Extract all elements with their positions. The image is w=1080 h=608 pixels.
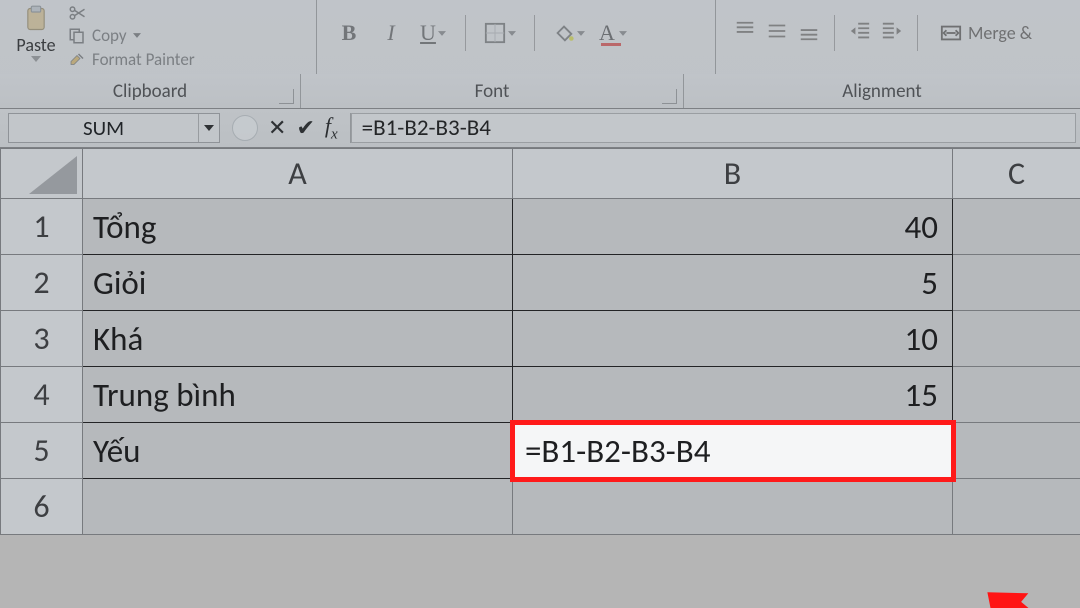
column-header-row: A B C	[1, 149, 1080, 199]
cell-B5[interactable]: =B1-B2-B3-B4	[513, 423, 953, 479]
ribbon: Paste	[0, 0, 1080, 109]
align-middle-button[interactable]	[766, 20, 788, 47]
format-painter-label: Format Painter	[92, 49, 195, 70]
cell-C4[interactable]	[953, 367, 1080, 423]
fx-icon[interactable]: fx	[325, 113, 338, 143]
cell-B1[interactable]: 40	[513, 199, 953, 255]
dialog-launcher-icon[interactable]	[662, 89, 677, 104]
decrease-indent-button[interactable]	[849, 20, 871, 47]
row-header-5[interactable]: 5	[1, 423, 83, 479]
indent-right-icon	[881, 20, 903, 42]
row-header-4[interactable]: 4	[1, 367, 83, 423]
scissors-icon	[68, 4, 86, 22]
cell-A3[interactable]: Khá	[83, 311, 513, 367]
formula-input-value: =B1-B2-B3-B4	[362, 114, 491, 142]
dialog-launcher-icon[interactable]	[279, 89, 294, 104]
table-row: 5 Yếu =B1-B2-B3-B4	[1, 423, 1080, 479]
table-row: 3 Khá 10	[1, 311, 1080, 367]
confirm-edit-button[interactable]: ✔	[296, 115, 314, 141]
align-icon	[766, 20, 788, 42]
bold-button[interactable]: B	[335, 18, 363, 48]
cell-A2[interactable]: Giỏi	[83, 255, 513, 311]
formula-bar-row: SUM ✕ ✔ fx =B1-B2-B3-B4	[0, 109, 1080, 148]
align-top-button[interactable]	[734, 20, 756, 47]
name-box-dropdown[interactable]	[198, 114, 219, 142]
ribbon-group-alignment: Merge &	[716, 0, 1080, 74]
merge-cells-button[interactable]: Merge &	[932, 2, 1032, 64]
cell-C3[interactable]	[953, 311, 1080, 367]
cell-C2[interactable]	[953, 255, 1080, 311]
cancel-edit-button[interactable]: ✕	[268, 115, 286, 141]
cell-C6[interactable]	[953, 479, 1080, 535]
font-color-button[interactable]: A	[599, 18, 627, 48]
cut-button[interactable]	[68, 4, 195, 22]
increase-indent-button[interactable]	[881, 20, 903, 47]
table-row: 4 Trung bình 15	[1, 367, 1080, 423]
name-box-value: SUM	[9, 115, 198, 141]
ribbon-group-clipboard: Paste	[0, 0, 317, 74]
group-label-font: Font	[301, 74, 684, 108]
cell-A6[interactable]	[83, 479, 513, 535]
formula-input[interactable]: =B1-B2-B3-B4	[351, 113, 1076, 143]
indent-left-icon	[849, 20, 871, 42]
separator	[834, 15, 835, 51]
separator	[534, 15, 535, 51]
insert-function-icon[interactable]	[232, 115, 258, 141]
col-header-C[interactable]: C	[953, 149, 1080, 199]
cell-B6[interactable]	[513, 479, 953, 535]
table-row: 2 Giỏi 5	[1, 255, 1080, 311]
paste-button[interactable]: Paste	[8, 2, 64, 64]
merge-icon	[940, 22, 962, 44]
cell-C5[interactable]	[953, 423, 1080, 479]
cell-B4[interactable]: 15	[513, 367, 953, 423]
copy-button[interactable]: Copy	[68, 25, 195, 46]
group-label-alignment: Alignment	[684, 74, 1080, 108]
separator	[917, 15, 918, 51]
paintbrush-icon	[68, 51, 86, 69]
col-header-B[interactable]: B	[513, 149, 953, 199]
borders-icon	[484, 22, 506, 44]
italic-button[interactable]: I	[377, 18, 405, 48]
row-header-3[interactable]: 3	[1, 311, 83, 367]
underline-button[interactable]: U	[419, 18, 447, 48]
formula-tools: ✕ ✔ fx	[220, 113, 351, 143]
align-icon	[734, 20, 756, 42]
copy-icon	[68, 27, 86, 45]
bucket-icon	[553, 22, 575, 44]
table-row: 1 Tổng 40	[1, 199, 1080, 255]
merge-label: Merge &	[968, 22, 1032, 44]
format-painter-button[interactable]: Format Painter	[68, 49, 195, 70]
clipboard-icon	[22, 4, 50, 34]
table-row: 6	[1, 479, 1080, 535]
fill-color-button[interactable]	[553, 18, 585, 48]
cell-A4[interactable]: Trung bình	[83, 367, 513, 423]
group-label-clipboard: Clipboard	[0, 74, 301, 108]
borders-button[interactable]	[484, 18, 516, 48]
cell-A1[interactable]: Tổng	[83, 199, 513, 255]
align-icon	[798, 20, 820, 42]
annotation-arrow	[958, 578, 1078, 608]
cell-C1[interactable]	[953, 199, 1080, 255]
row-header-6[interactable]: 6	[1, 479, 83, 535]
select-all-corner[interactable]	[1, 149, 83, 199]
cell-A5[interactable]: Yếu	[83, 423, 513, 479]
paste-label: Paste	[16, 34, 55, 56]
col-header-A[interactable]: A	[83, 149, 513, 199]
align-bottom-button[interactable]	[798, 20, 820, 47]
cell-B2[interactable]: 5	[513, 255, 953, 311]
copy-label: Copy	[92, 25, 127, 46]
separator	[465, 15, 466, 51]
row-header-1[interactable]: 1	[1, 199, 83, 255]
row-header-2[interactable]: 2	[1, 255, 83, 311]
name-box[interactable]: SUM	[8, 113, 220, 143]
ribbon-group-font: B I U	[317, 0, 716, 74]
cell-B3[interactable]: 10	[513, 311, 953, 367]
spreadsheet-grid[interactable]: A B C 1 Tổng 40 2 Giỏi 5	[0, 148, 1080, 535]
